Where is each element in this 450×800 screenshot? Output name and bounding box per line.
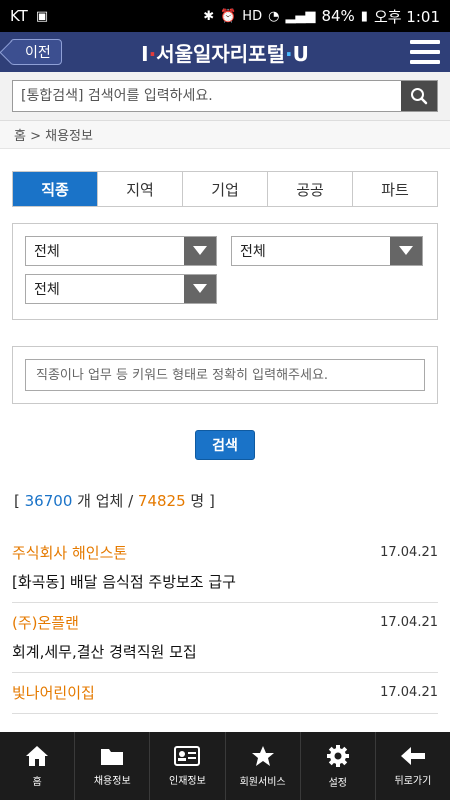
- nav-label: 회원서비스: [239, 776, 286, 788]
- keyword-panel: [12, 346, 438, 404]
- nav-label: 뒤로가기: [394, 775, 432, 787]
- company-count: 36700: [24, 492, 73, 510]
- list-item[interactable]: (주)온플랜 17.04.21 회계,세무,결산 경력직원 모집: [12, 603, 438, 673]
- list-item[interactable]: 빛나어린이집 17.04.21: [12, 673, 438, 714]
- tab-company[interactable]: 기업: [182, 172, 267, 206]
- company-name: 주식회사 해인스톤: [12, 544, 128, 562]
- nav-label: 홈: [32, 776, 42, 788]
- post-date: 17.04.21: [380, 685, 438, 700]
- title-dot-blue: ·: [285, 41, 293, 66]
- bluetooth-icon: ✱: [203, 8, 215, 24]
- select-value: 전체: [34, 282, 60, 298]
- title-prefix: I: [141, 41, 149, 66]
- app-title: I·서울일자리포털·U: [0, 38, 450, 67]
- category-select-3[interactable]: 전체: [25, 274, 217, 304]
- star-icon: [251, 745, 274, 766]
- image-icon: ▣: [35, 8, 49, 24]
- nav-talent-info[interactable]: 인재정보: [149, 732, 224, 800]
- nav-label: 인재정보: [169, 775, 206, 787]
- nav-home[interactable]: 홈: [0, 732, 74, 800]
- title-suffix: U: [292, 41, 309, 66]
- company-name: 빛나어린이집: [12, 684, 95, 702]
- company-name: (주)온플랜: [12, 614, 79, 632]
- hd-icon: HD: [242, 8, 263, 24]
- back-button[interactable]: 이전: [10, 39, 62, 65]
- result-summary: [ 36700 개 업체 / 74825 명 ]: [14, 490, 436, 511]
- company-unit: 개 업체 /: [77, 492, 134, 510]
- job-title: [화곡동] 배달 음식점 주방보조 급구: [12, 573, 236, 591]
- search-input[interactable]: [13, 81, 401, 111]
- clock: 오후 1:01: [373, 7, 440, 26]
- title-dot-red: ·: [148, 41, 157, 66]
- battery-level: 84%: [321, 7, 355, 25]
- category-tabs: 직종 지역 기업 공공 파트: [12, 171, 438, 207]
- app-header: 이전 I·서울일자리포털·U: [0, 32, 450, 72]
- tab-part-time[interactable]: 파트: [352, 172, 437, 206]
- chevron-down-icon: [390, 237, 422, 265]
- breadcrumb: 홈 > 채용정보: [0, 121, 450, 149]
- gear-icon: [326, 744, 349, 767]
- chevron-down-icon: [184, 275, 216, 303]
- filter-panel: 전체 전체 전체: [12, 223, 438, 320]
- category-select-1[interactable]: 전체: [25, 236, 217, 266]
- category-select-2[interactable]: 전체: [231, 236, 423, 266]
- tab-region[interactable]: 지역: [97, 172, 182, 206]
- list-item[interactable]: 주식회사 해인스톤 17.04.21 [화곡동] 배달 음식점 주방보조 급구: [12, 533, 438, 603]
- id-card-icon: [174, 745, 201, 766]
- post-date: 17.04.21: [380, 545, 438, 560]
- nav-label: 채용정보: [93, 775, 131, 787]
- nav-label: 설정: [328, 777, 347, 789]
- tab-public[interactable]: 공공: [267, 172, 352, 206]
- search-button[interactable]: [401, 81, 437, 111]
- signal-icon: ▂▄▆: [285, 8, 316, 24]
- search-bar: [0, 72, 450, 121]
- summary-open: [: [14, 492, 20, 510]
- post-date: 17.04.21: [380, 615, 438, 630]
- home-icon: [26, 745, 49, 766]
- job-list: 주식회사 해인스톤 17.04.21 [화곡동] 배달 음식점 주방보조 급구 …: [12, 533, 438, 714]
- search-submit-button[interactable]: 검색: [195, 430, 255, 460]
- nav-settings[interactable]: 설정: [299, 732, 375, 800]
- tab-job-type[interactable]: 직종: [13, 172, 97, 206]
- back-button-label: 이전: [25, 45, 51, 61]
- nav-job-info[interactable]: 채용정보: [74, 732, 149, 800]
- nav-member-service[interactable]: 회원서비스: [224, 732, 300, 800]
- bottom-navigation: 홈 채용정보 인재정보 회원서비스 설정 뒤로가기: [0, 732, 450, 800]
- status-bar: KT ▣ ✱ ⏰ HD ◔ ▂▄▆ 84% ▮ 오후 1:01: [0, 0, 450, 32]
- folder-icon: [101, 748, 124, 765]
- select-value: 전체: [240, 244, 266, 260]
- title-main: 서울일자리포털: [156, 41, 285, 66]
- wifi-icon: ◔: [268, 8, 280, 24]
- people-unit: 명 ]: [190, 492, 215, 510]
- search-icon: [411, 88, 428, 105]
- carrier-label: KT: [10, 7, 28, 25]
- select-value: 전체: [34, 244, 60, 260]
- alarm-icon: ⏰: [220, 8, 237, 24]
- search-box: [12, 80, 438, 112]
- back-arrow-icon: [400, 746, 425, 765]
- keyword-input[interactable]: [25, 359, 425, 391]
- battery-icon: ▮: [360, 8, 368, 24]
- people-count: 74825: [137, 492, 186, 510]
- job-title: 회계,세무,결산 경력직원 모집: [12, 643, 197, 661]
- nav-back[interactable]: 뒤로가기: [374, 732, 450, 800]
- chevron-down-icon: [184, 237, 216, 265]
- hamburger-icon[interactable]: [410, 40, 440, 64]
